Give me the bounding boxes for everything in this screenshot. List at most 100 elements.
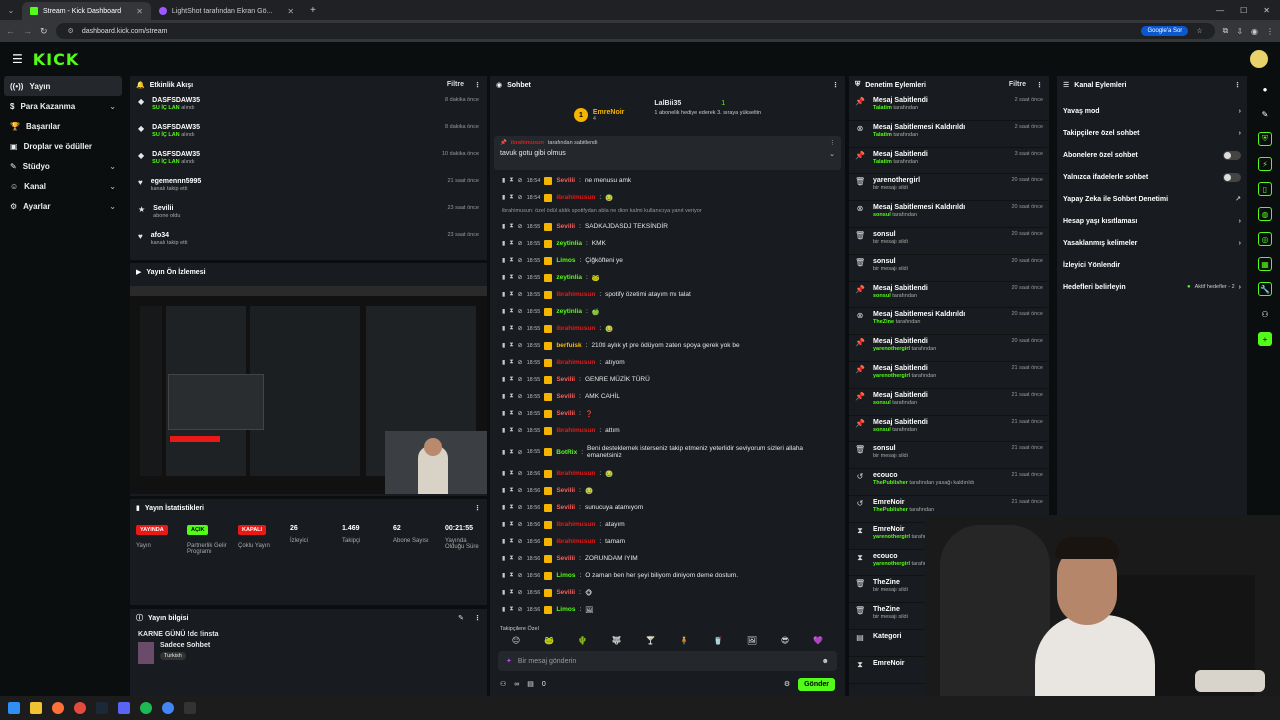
emote-icon[interactable]: 💜	[813, 636, 823, 645]
activity-item[interactable]: ★ Sevilii abone oldu 23 saat önce	[130, 202, 487, 229]
timeout-icon[interactable]: ⧗	[509, 194, 513, 201]
emote-icon[interactable]: 😎	[781, 636, 789, 645]
chat-message[interactable]: ▮ ⧗ ⊘ 18:56 Sevilii: 🤢	[490, 482, 845, 499]
grid-icon[interactable]: ▦	[1258, 257, 1272, 271]
mod-action-item[interactable]: 📌 Mesaj Sabitlendi sonsul tarafından 21 …	[849, 416, 1049, 443]
chat-message[interactable]: ▮ ⧗ ⊘ 18:56 Sevilii: 🐵	[490, 584, 845, 601]
extensions-icon[interactable]: ⧉	[1223, 26, 1229, 36]
forward-icon[interactable]: →	[23, 26, 32, 36]
channel-action-item[interactable]: Hesap yaşı kısıtlaması ›	[1057, 210, 1247, 232]
ban-icon[interactable]: ⊘	[518, 342, 523, 349]
chat-username[interactable]: ibrahimusun	[556, 521, 595, 528]
chat-message[interactable]: ▮ ⧗ ⊘ 18:54 Sevilii: ne menusu amk	[490, 172, 845, 189]
ban-icon[interactable]: ⊘	[518, 487, 523, 494]
mod-action-item[interactable]: 📌 Mesaj Sabitlendi sonsul tarafından 21 …	[849, 389, 1049, 416]
timeout-icon[interactable]: ⧗	[509, 177, 513, 184]
timeout-icon[interactable]: ⧗	[509, 325, 513, 332]
ban-icon[interactable]: ⊘	[518, 325, 523, 332]
page-icon[interactable]: ▯	[1258, 182, 1272, 196]
firefox-icon[interactable]	[52, 702, 64, 714]
pin-icon[interactable]: ▮	[502, 376, 505, 383]
chat-message[interactable]: ▮ ⧗ ⊘ 18:55 ibrahimusun: atıyom	[490, 354, 845, 371]
ban-icon[interactable]: ⊘	[518, 177, 523, 184]
activity-item[interactable]: ◆ DASFSDAW35 SU İÇ LAN alındı 10 dakika …	[130, 148, 487, 175]
avatar[interactable]	[1250, 50, 1268, 68]
sidebar-item-kanal[interactable]: ☺ Kanal ⌄	[4, 176, 122, 196]
edit-icon[interactable]: ✎	[458, 614, 464, 622]
chat-username[interactable]: ibrahimusun	[556, 359, 595, 366]
chat-message[interactable]: ▮ ⧗ ⊘ 18:55 Sevilii: GENRE MÜZİK TÜRÜ	[490, 371, 845, 388]
chevron-down-icon[interactable]: ⌄	[829, 150, 835, 158]
discord-icon[interactable]	[118, 702, 130, 714]
ban-icon[interactable]: ⊘	[518, 291, 523, 298]
chat-username[interactable]: Sevilii	[556, 177, 575, 184]
timeout-icon[interactable]: ⧗	[509, 606, 513, 613]
lightning-icon[interactable]: ⚡	[1258, 157, 1272, 171]
new-tab-icon[interactable]: +	[302, 5, 324, 16]
chat-username[interactable]: ibrahimusun	[556, 291, 595, 298]
channel-action-item[interactable]: Yapay Zeka ile Sohbet Denetimi ↗	[1057, 188, 1247, 210]
pin-icon[interactable]: ▮	[502, 449, 505, 456]
chat-bubble-icon[interactable]: ◍	[1258, 207, 1272, 221]
chat-message[interactable]: ▮ ⧗ ⊘ 18:56 ibrahimusun: tamam	[490, 533, 845, 550]
mod-action-item[interactable]: 🗑 sonsul bir mesajı sildi 20 saat önce	[849, 255, 1049, 282]
chat-message[interactable]: ▮ ⧗ ⊘ 18:56 ibrahimusun: 🤢	[490, 465, 845, 482]
pin-icon[interactable]: ▮	[502, 555, 505, 562]
pin-icon[interactable]: ▮	[502, 504, 505, 511]
filter-button[interactable]: Filtre	[447, 81, 464, 89]
site-info-icon[interactable]: ⚙	[68, 27, 74, 35]
maximize-icon[interactable]: ☐	[1240, 6, 1247, 15]
leaderboard-user[interactable]: LalBii35	[654, 100, 681, 107]
chat-message[interactable]: ▮ ⧗ ⊘ 18:56 Sevilii: ZORUNDAM IYIM	[490, 550, 845, 567]
toggle-switch[interactable]	[1223, 172, 1241, 182]
pin-icon[interactable]: ▮	[502, 342, 505, 349]
shop-icon[interactable]: ▤	[527, 680, 534, 688]
chat-message[interactable]: ▮ ⧗ ⊘ 18:55 ibrahimusun: spotify özetimi…	[490, 286, 845, 303]
steam-icon[interactable]	[96, 702, 108, 714]
add-widget-icon[interactable]: +	[1258, 332, 1272, 346]
reload-icon[interactable]: ↻	[40, 26, 48, 37]
more-options-icon[interactable]: ⋮	[474, 504, 481, 512]
pin-icon[interactable]: ▮	[502, 308, 505, 315]
timeout-icon[interactable]: ⧗	[509, 555, 513, 562]
activity-item[interactable]: ◆ DASFSDAW35 SU İÇ LAN alındı 8 dakika ö…	[130, 121, 487, 148]
timeout-icon[interactable]: ⧗	[509, 487, 513, 494]
activity-item[interactable]: ♥ afo34 kanalı takip etti 23 saat önce	[130, 229, 487, 256]
timeout-icon[interactable]: ⧗	[509, 274, 513, 281]
pin-icon[interactable]: ▮	[502, 223, 505, 230]
chat-message[interactable]: ▮ ⧗ ⊘ 18:55 berfuisk: 210tl aylık yt pre…	[490, 337, 845, 354]
file-explorer-icon[interactable]	[30, 702, 42, 714]
pin-icon[interactable]: ▮	[502, 410, 505, 417]
emote-icon[interactable]: 🖼	[747, 636, 757, 645]
pin-icon[interactable]: ▮	[502, 257, 505, 264]
ban-icon[interactable]: ⊘	[518, 589, 523, 596]
kick-logo[interactable]: KICK	[33, 50, 80, 69]
edit-icon[interactable]: ✎	[1258, 107, 1272, 121]
emote-picker-icon[interactable]: ✦	[506, 657, 512, 665]
chat-username[interactable]: zeytinlia	[556, 308, 582, 315]
toggle-switch[interactable]	[1223, 150, 1241, 160]
wrench-icon[interactable]: 🔧	[1258, 282, 1272, 296]
sidebar-item-studyo[interactable]: ✎ Stüdyo ⌄	[4, 156, 122, 176]
emote-icon[interactable]: 🐺	[612, 636, 622, 645]
mod-action-item[interactable]: ⊗ Mesaj Sabitlemesi Kaldırıldı sonsul ta…	[849, 201, 1049, 228]
timeout-icon[interactable]: ⧗	[509, 393, 513, 400]
chat-message[interactable]: ▮ ⧗ ⊘ 18:56 Limos: 🖼	[490, 601, 845, 618]
chat-username[interactable]: ibrahimusun	[556, 427, 595, 434]
bookmark-star-icon[interactable]: ☆	[1196, 27, 1202, 35]
chat-message[interactable]: ▮ ⧗ ⊘ 18:56 ibrahimusun: atayım	[490, 516, 845, 533]
more-options-icon[interactable]: ⋮	[1234, 81, 1241, 89]
users-icon[interactable]: ⚇	[500, 680, 506, 688]
chat-message[interactable]: ▮ ⧗ ⊘ 18:56 Limos: O zaman ben her şeyi …	[490, 567, 845, 584]
channel-action-item[interactable]: İzleyici Yönlendir	[1057, 254, 1247, 276]
timeout-icon[interactable]: ⧗	[509, 538, 513, 545]
chat-message[interactable]: ▮ ⧗ ⊘ 18:55 zeytinlia: KMK	[490, 235, 845, 252]
ban-icon[interactable]: ⊘	[518, 470, 523, 477]
pin-icon[interactable]: ▮	[502, 538, 505, 545]
chat-username[interactable]: Sevilii	[556, 376, 575, 383]
chat-message[interactable]: ▮ ⧗ ⊘ 18:55 ibrahimusun: attım	[490, 422, 845, 439]
timeout-icon[interactable]: ⧗	[509, 427, 513, 434]
timeout-icon[interactable]: ⧗	[509, 223, 513, 230]
mod-action-item[interactable]: ↺ ecouco ThePublisher tarafından yasağı …	[849, 469, 1049, 496]
chat-message[interactable]: ▮ ⧗ ⊘ 18:55 Sevilii: ❓	[490, 405, 845, 422]
